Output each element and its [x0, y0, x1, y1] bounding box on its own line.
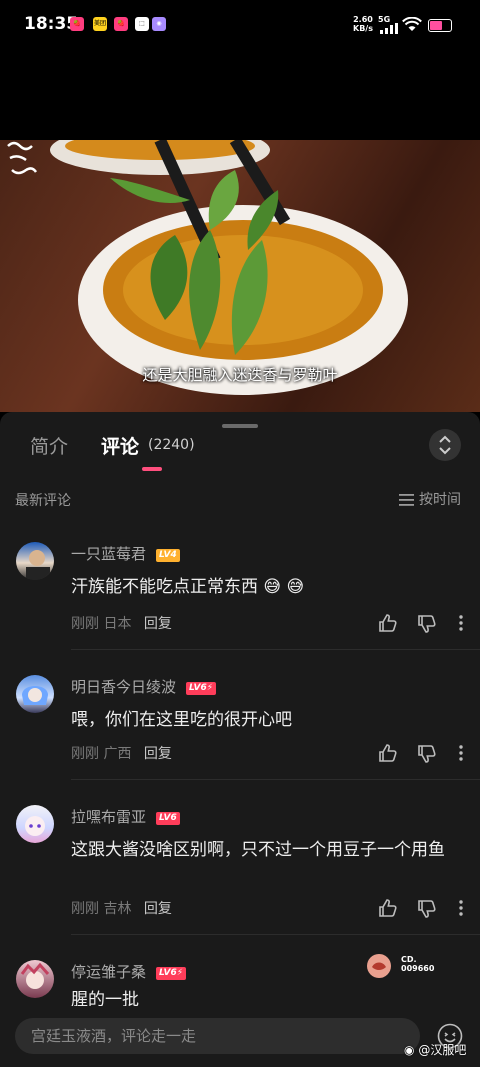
level-badge: LV6⚡ — [156, 967, 187, 980]
notif-app-5: ◉ — [152, 17, 166, 31]
comment-meta: 刚刚 吉林 回复 — [71, 898, 172, 918]
wifi-icon — [402, 17, 422, 31]
comment-time: 刚刚 — [71, 616, 99, 632]
notif-app-1: 🍓 — [70, 17, 84, 31]
battery-level-fill — [430, 21, 443, 30]
username-text: 一只蓝莓君 — [71, 545, 147, 563]
comment-divider — [71, 934, 480, 935]
channel-logo — [4, 140, 42, 182]
comment-time: 刚刚 — [71, 746, 99, 762]
comment-text: 喂，你们在这里吃的很开心吧 — [71, 710, 292, 730]
thumb-down-icon[interactable] — [417, 744, 437, 764]
thumb-up-icon[interactable] — [378, 613, 398, 633]
level-badge: LV6 — [156, 812, 180, 825]
comment-username[interactable]: 拉嘿布雷亚 LV6 — [71, 806, 180, 827]
sort-by-time-button[interactable]: 按时间 — [399, 489, 461, 509]
comment-item: 明日香今日绫波 LV6⚡ 喂，你们在这里吃的很开心吧 刚刚 广西 回复 — [0, 675, 480, 785]
comment-location: 日本 — [103, 616, 132, 632]
username-text: 停运雏子桑 — [71, 963, 147, 981]
comment-input[interactable]: 宫廷玉液酒，评论走一走 — [15, 1018, 420, 1054]
watermark: ◉ @汉服吧 — [404, 1041, 466, 1058]
comment-text: 汗族能不能吃点正常东西 😅 😅 — [71, 577, 305, 597]
battery-icon — [428, 19, 452, 32]
level-badge: LV4 — [156, 549, 180, 562]
notif-app-2: 美团 — [93, 17, 107, 31]
net-speed: 2.60 KB/s — [353, 15, 373, 33]
sort-by-time-label: 按时间 — [419, 492, 461, 508]
comment-text: 这跟大酱没啥区别啊，只不过一个用豆子一个用鱼 — [71, 840, 445, 860]
level-badge: LV6⚡ — [186, 682, 217, 695]
comment-time: 刚刚 — [71, 901, 99, 917]
more-vertical-icon[interactable] — [456, 744, 466, 762]
comment-item: 一只蓝莓君 LV4 汗族能不能吃点正常东西 😅 😅 刚刚 日本 回复 — [0, 542, 480, 652]
username-text: 拉嘿布雷亚 — [71, 808, 147, 826]
avatar-image — [20, 962, 50, 989]
comment-text: 腥的一批 — [71, 990, 139, 1006]
thumb-down-icon[interactable] — [417, 899, 437, 919]
net-speed-value: 2.60 — [353, 15, 373, 24]
avatar[interactable] — [16, 960, 54, 998]
video-player[interactable]: 还是大胆融入迷迭香与罗勒叶 — [0, 140, 480, 412]
avatar[interactable] — [16, 805, 54, 843]
baidu-paw-icon: ◉ — [404, 1043, 415, 1057]
thumb-up-icon[interactable] — [378, 898, 398, 918]
collapse-button[interactable] — [429, 429, 461, 461]
username-text: 明日香今日绫波 — [71, 678, 177, 696]
comment-meta: 刚刚 广西 回复 — [71, 743, 172, 763]
avatar-image — [26, 550, 50, 580]
avatar[interactable] — [16, 542, 54, 580]
net-speed-unit: KB/s — [353, 24, 373, 33]
chevron-up-down-icon — [439, 435, 451, 455]
tab-intro[interactable]: 简介 — [30, 432, 68, 459]
drag-handle[interactable] — [222, 424, 258, 428]
floating-badge-icon — [367, 954, 391, 978]
more-vertical-icon[interactable] — [456, 899, 466, 917]
comment-divider — [71, 779, 480, 780]
watermark-text: @汉服吧 — [418, 1043, 467, 1057]
comment-meta: 刚刚 日本 回复 — [71, 613, 172, 633]
avatar-image — [25, 816, 45, 836]
comment-username[interactable]: 一只蓝莓君 LV4 — [71, 543, 180, 564]
reply-button[interactable]: 回复 — [144, 746, 172, 762]
reply-button[interactable]: 回复 — [144, 616, 172, 632]
comment-username[interactable]: 明日香今日绫波 LV6⚡ — [71, 676, 217, 697]
notif-app-4: ⬚ — [135, 17, 149, 31]
avatar-image — [22, 686, 48, 705]
more-vertical-icon[interactable] — [456, 614, 466, 632]
thumb-down-icon[interactable] — [417, 614, 437, 634]
thumb-up-icon[interactable] — [378, 743, 398, 763]
tab-active-indicator — [142, 467, 162, 471]
video-subtitle: 还是大胆融入迷迭香与罗勒叶 — [142, 366, 338, 384]
comment-count: (2240) — [148, 437, 195, 453]
signal-icon — [380, 23, 398, 34]
floating-badge-line2: 009660 — [401, 964, 435, 973]
status-bar: 18:35 🍓 美团 🍓 ⬚ ◉ 2.60 KB/s 5G — [0, 0, 480, 52]
comment-location: 吉林 — [103, 901, 132, 917]
comment-item: 拉嘿布雷亚 LV6 这跟大酱没啥区别啊，只不过一个用豆子一个用鱼 刚刚 吉林 回复 — [0, 805, 480, 935]
comment-divider — [71, 649, 480, 650]
notif-app-3: 🍓 — [114, 17, 128, 31]
menu-lines-icon — [399, 494, 414, 506]
channel-logo-mark — [7, 141, 38, 175]
floating-badge-line1: CD. — [401, 955, 417, 964]
avatar[interactable] — [16, 675, 54, 713]
sort-label: 最新评论 — [15, 493, 71, 509]
comment-location: 广西 — [103, 746, 132, 762]
reply-button[interactable]: 回复 — [144, 901, 172, 917]
tab-comments[interactable]: 评论 — [101, 432, 139, 459]
comment-username[interactable]: 停运雏子桑 LV6⚡ — [71, 961, 187, 982]
